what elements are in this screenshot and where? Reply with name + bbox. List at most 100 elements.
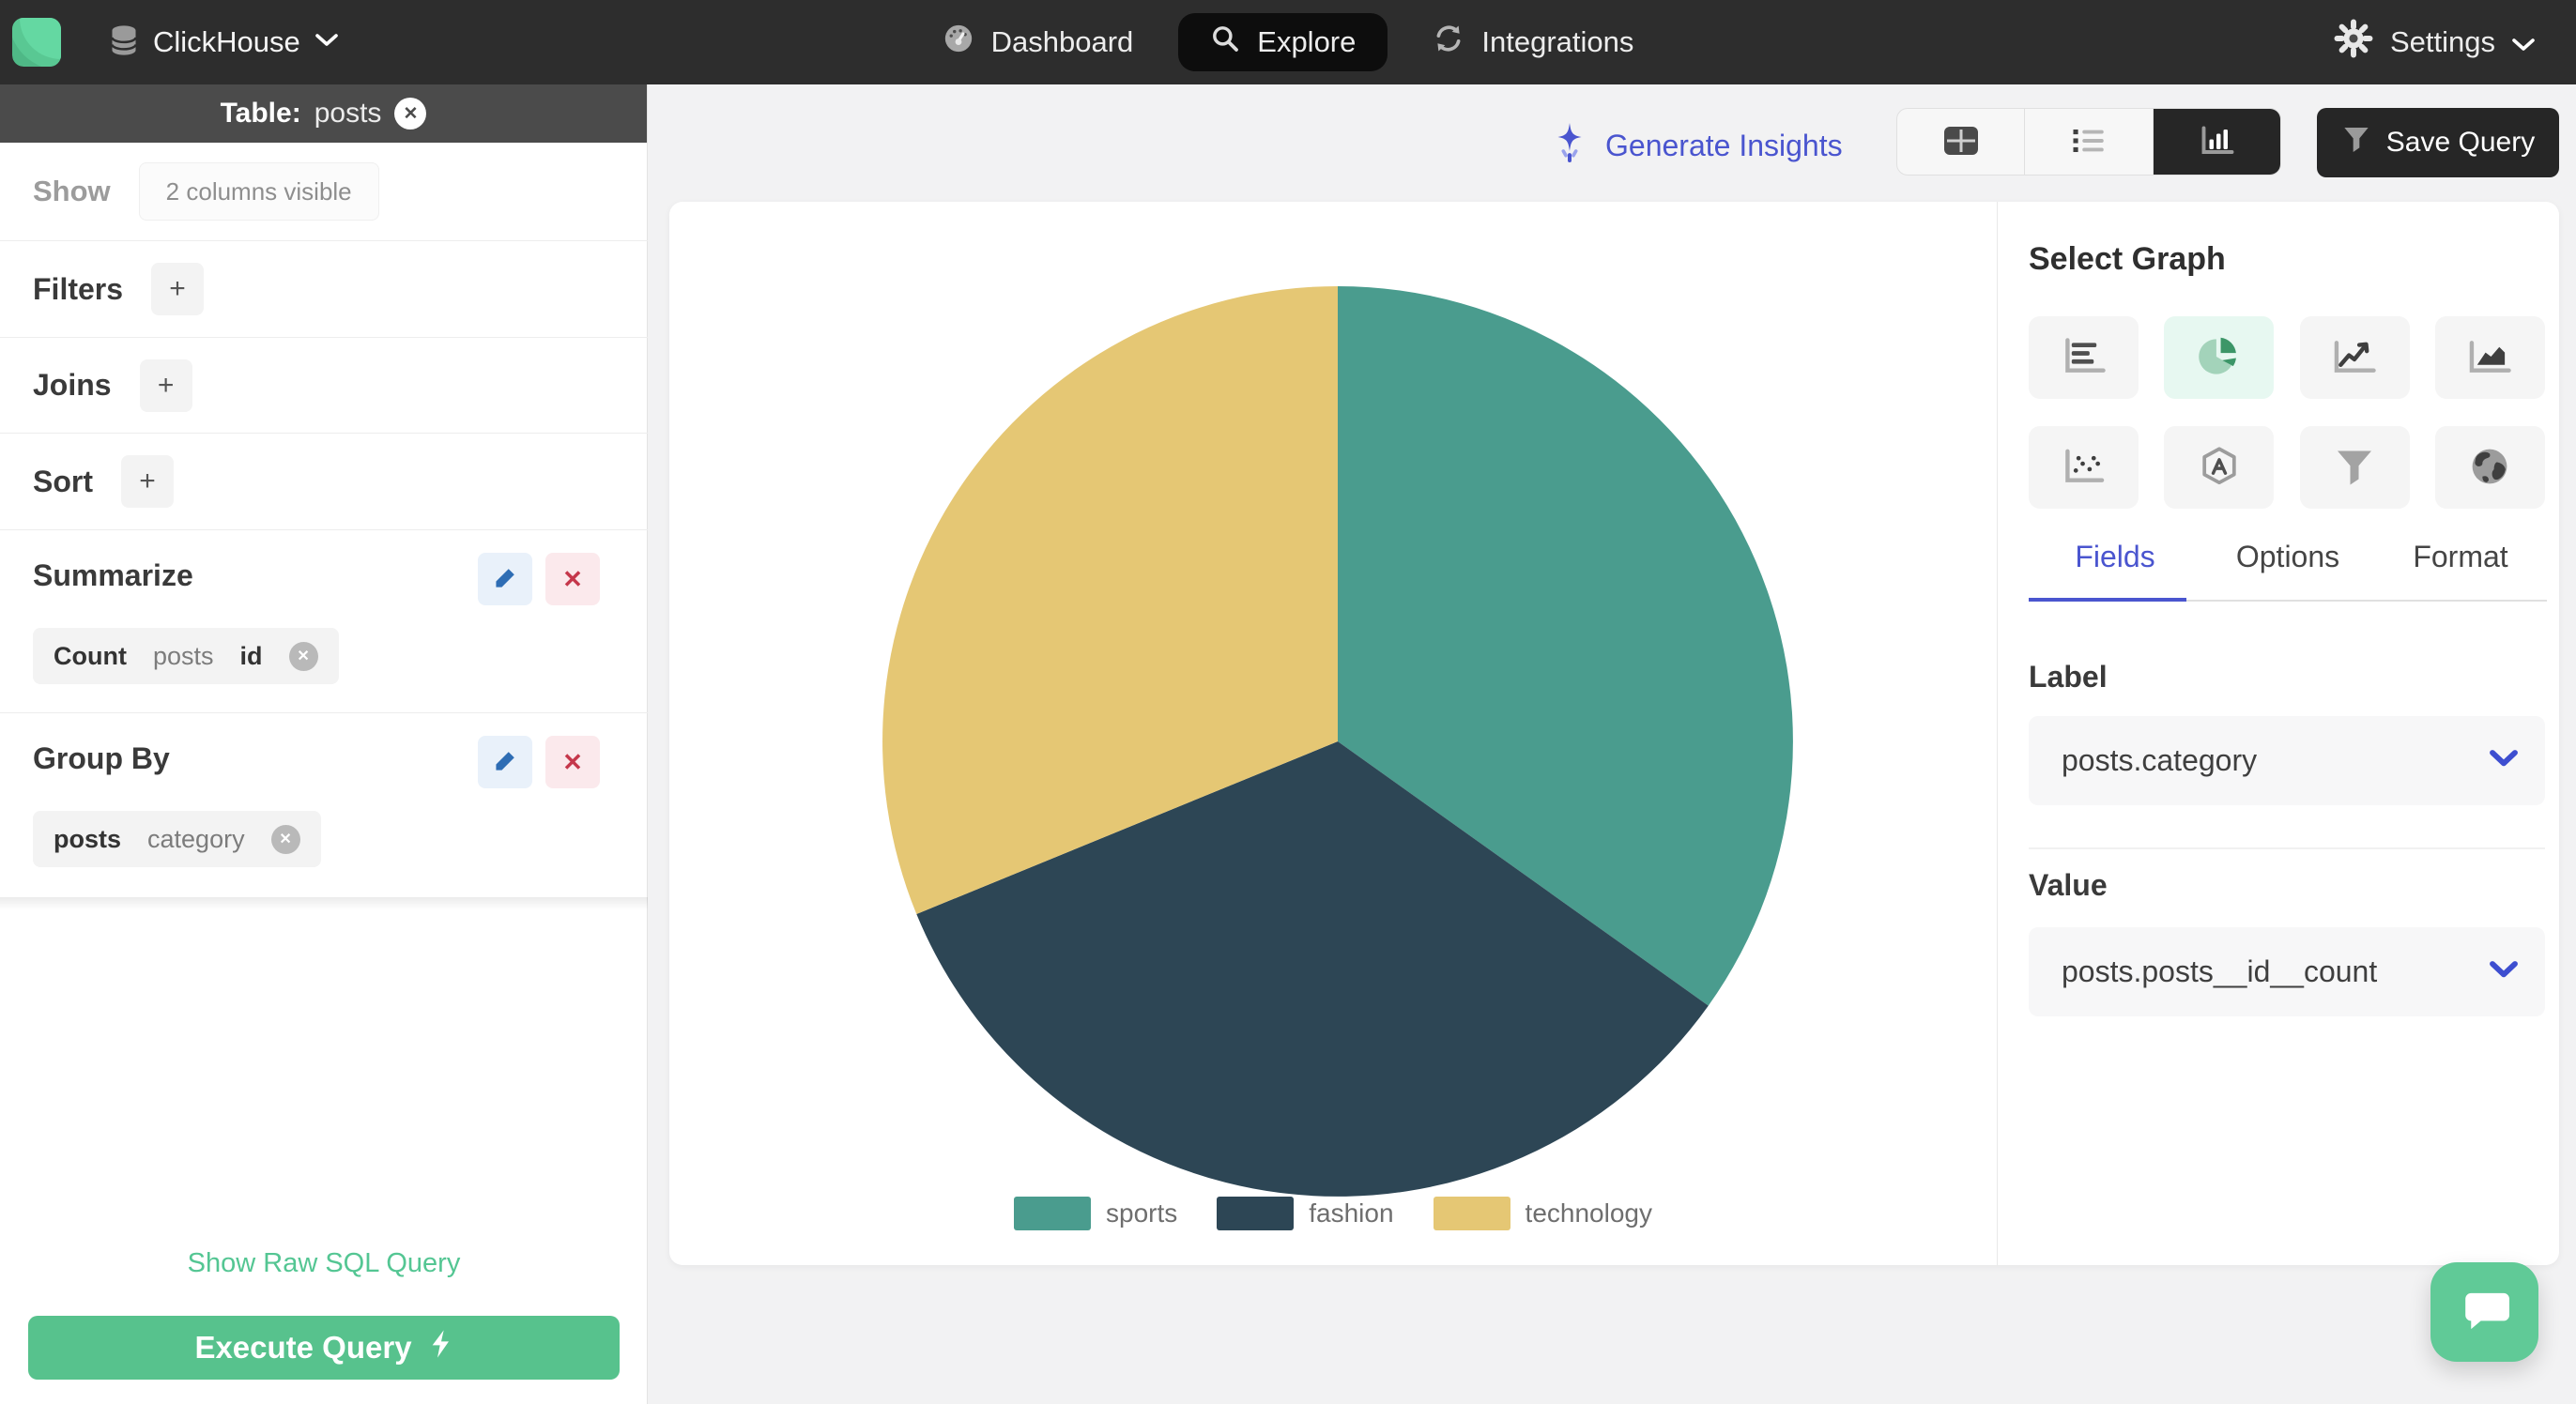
chevron-down-icon bbox=[2512, 25, 2535, 59]
funnel-icon bbox=[2341, 124, 2371, 161]
nav-label-explore: Explore bbox=[1257, 25, 1357, 58]
nav-item-explore[interactable]: Explore bbox=[1178, 13, 1388, 71]
tab-format[interactable]: Format bbox=[2374, 540, 2547, 597]
graph-config-panel: Select Graph Fields Options Format Label… bbox=[1997, 202, 2559, 1265]
graph-option-line[interactable] bbox=[2299, 316, 2410, 399]
graph-option-scatter[interactable] bbox=[2029, 426, 2139, 509]
line-chart-icon bbox=[2329, 336, 2380, 380]
bar-horizontal-icon bbox=[2059, 336, 2109, 380]
add-filter-button[interactable]: + bbox=[151, 263, 205, 315]
tab-fields[interactable]: Fields bbox=[2029, 540, 2201, 597]
graph-type-grid bbox=[2029, 316, 2545, 509]
pencil-icon bbox=[492, 565, 518, 594]
group-by-title: Group By bbox=[33, 741, 170, 775]
nav-item-dashboard[interactable]: Dashboard bbox=[933, 13, 1143, 71]
save-query-label: Save Query bbox=[2385, 127, 2536, 158]
group-by-section: Group By posts category bbox=[0, 713, 648, 897]
group-by-chip[interactable]: posts category bbox=[33, 811, 321, 867]
label-field-heading: Label bbox=[2029, 660, 2108, 694]
delete-group-by-button[interactable] bbox=[545, 736, 600, 788]
chart-area: sports fashion technology bbox=[669, 202, 1997, 1265]
chat-bubble-icon bbox=[2459, 1287, 2511, 1338]
legend-swatch bbox=[1217, 1197, 1295, 1230]
show-raw-sql-link[interactable]: Show Raw SQL Query bbox=[0, 1248, 648, 1279]
show-label: Show bbox=[33, 175, 111, 207]
gauge-icon bbox=[943, 23, 974, 62]
filters-label: Filters bbox=[33, 271, 124, 306]
sync-icon bbox=[1433, 23, 1464, 62]
summarize-section: Summarize Count posts id bbox=[0, 530, 648, 713]
view-toggle-chart[interactable] bbox=[2153, 109, 2280, 175]
view-toggle bbox=[1896, 108, 2281, 176]
delete-summarize-button[interactable] bbox=[545, 553, 600, 605]
execute-query-label: Execute Query bbox=[194, 1330, 412, 1365]
graph-option-geo[interactable] bbox=[2434, 426, 2545, 509]
table-bar: Table: posts bbox=[0, 84, 647, 143]
graph-option-area[interactable] bbox=[2434, 316, 2545, 399]
columns-visible-pill[interactable]: 2 columns visible bbox=[138, 162, 379, 221]
legend-swatch bbox=[1433, 1197, 1510, 1230]
graph-option-radar[interactable] bbox=[2164, 426, 2275, 509]
tab-options[interactable]: Options bbox=[2201, 540, 2374, 597]
add-join-button[interactable]: + bbox=[139, 359, 192, 412]
area-chart-icon bbox=[2464, 336, 2515, 380]
scatter-plot-icon bbox=[2059, 446, 2109, 490]
summarize-title: Summarize bbox=[33, 558, 193, 592]
legend-item[interactable]: sports bbox=[1014, 1197, 1177, 1230]
generate-insights-button[interactable]: Generate Insights bbox=[1551, 113, 1843, 178]
save-query-button[interactable]: Save Query bbox=[2317, 108, 2559, 177]
settings-menu[interactable]: Settings bbox=[2334, 0, 2535, 84]
label-field-dropdown[interactable]: posts.category bbox=[2029, 716, 2545, 805]
legend-item[interactable]: fashion bbox=[1217, 1197, 1394, 1230]
nav-label-dashboard: Dashboard bbox=[990, 25, 1134, 58]
sidebar-content-shadow bbox=[0, 897, 648, 910]
radar-chart-icon bbox=[2196, 445, 2243, 491]
gear-icon bbox=[2334, 19, 2373, 66]
edit-summarize-button[interactable] bbox=[478, 553, 532, 605]
edit-group-by-button[interactable] bbox=[478, 736, 532, 788]
chip-function: Count bbox=[54, 641, 127, 670]
remove-table-icon[interactable] bbox=[394, 98, 427, 130]
table-bar-prefix: Table: bbox=[220, 98, 301, 129]
chart-legend: sports fashion technology bbox=[669, 1197, 1997, 1230]
list-view-icon bbox=[2067, 124, 2110, 160]
config-tabs: Fields Options Format bbox=[2029, 540, 2547, 597]
sort-label: Sort bbox=[33, 464, 93, 498]
add-sort-button[interactable]: + bbox=[121, 455, 174, 508]
generate-insights-label: Generate Insights bbox=[1605, 128, 1843, 162]
legend-label: fashion bbox=[1309, 1198, 1394, 1228]
chip-column: category bbox=[147, 824, 245, 853]
query-builder-sidebar: Table: posts Show 2 columns visible Filt… bbox=[0, 84, 648, 1404]
legend-label: sports bbox=[1106, 1198, 1178, 1228]
sparkle-icon bbox=[1551, 121, 1588, 170]
globe-icon bbox=[2468, 445, 2511, 491]
graph-option-funnel[interactable] bbox=[2299, 426, 2410, 509]
summarize-chip[interactable]: Count posts id bbox=[33, 628, 339, 684]
graph-option-bar[interactable] bbox=[2029, 316, 2139, 399]
legend-item[interactable]: technology bbox=[1433, 1197, 1652, 1230]
chip-column: id bbox=[239, 641, 263, 670]
view-toggle-list[interactable] bbox=[2025, 109, 2154, 175]
view-toggle-table[interactable] bbox=[1897, 109, 2026, 175]
label-field-value: posts.category bbox=[2062, 743, 2258, 777]
legend-swatch bbox=[1014, 1197, 1091, 1230]
value-field-heading: Value bbox=[2029, 868, 2108, 902]
panel-divider bbox=[2029, 847, 2545, 849]
value-field-value: posts.posts__id__count bbox=[2062, 954, 2378, 988]
select-graph-title: Select Graph bbox=[2029, 241, 2226, 277]
execute-query-button[interactable]: Execute Query bbox=[28, 1316, 620, 1380]
remove-summarize-chip-icon[interactable] bbox=[288, 641, 318, 671]
chat-widget-button[interactable] bbox=[2430, 1262, 2538, 1362]
table-view-icon bbox=[1940, 124, 1983, 160]
remove-group-by-chip-icon[interactable] bbox=[270, 824, 300, 854]
lightning-icon bbox=[429, 1329, 453, 1366]
joins-label: Joins bbox=[33, 368, 112, 402]
nav-item-integrations[interactable]: Integrations bbox=[1423, 13, 1643, 71]
graph-option-pie[interactable] bbox=[2164, 316, 2275, 399]
settings-label: Settings bbox=[2389, 25, 2495, 58]
value-field-dropdown[interactable]: posts.posts__id__count bbox=[2029, 927, 2545, 1016]
chip-table: posts bbox=[54, 824, 122, 853]
table-bar-name: posts bbox=[314, 98, 382, 129]
chevron-down-icon bbox=[2489, 960, 2519, 984]
search-icon bbox=[1210, 23, 1240, 61]
